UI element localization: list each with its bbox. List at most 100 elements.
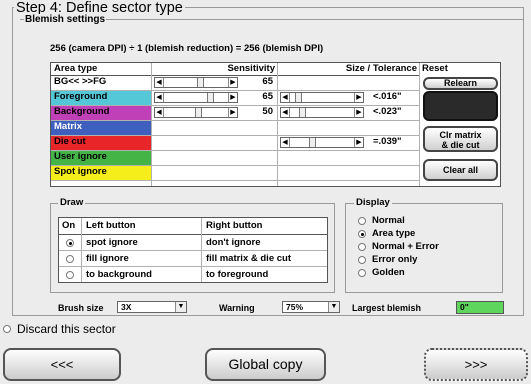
area-type-table: Area type Sensitivity Size / Tolerance R… — [50, 62, 501, 187]
arrow-left-icon[interactable]: ◀ — [281, 108, 290, 117]
reset-dark-button[interactable] — [423, 91, 498, 121]
header-on: On — [62, 220, 76, 231]
window: Step 4: Define sector type Blemish setti… — [0, 0, 531, 384]
sensitivity-value-foreground: 65 — [262, 91, 273, 102]
draw-title: Draw — [58, 197, 86, 208]
display-radio-normal-error[interactable] — [358, 243, 366, 251]
divider — [277, 63, 278, 186]
divider — [59, 234, 327, 235]
area-row-foreground[interactable]: Foreground — [51, 91, 151, 105]
arrow-right-icon[interactable]: ▶ — [354, 138, 363, 147]
discard-sector-label[interactable]: Discard this sector — [17, 322, 116, 336]
draw-right-fill-matrix: fill matrix & die cut — [206, 253, 291, 264]
size-slider-die-cut[interactable]: ◀ ▶ — [280, 137, 364, 148]
divider — [81, 218, 82, 282]
relearn-button[interactable]: Relearn — [423, 77, 498, 90]
draw-right-dont-ignore: don't ignore — [206, 237, 261, 248]
size-value-die-cut: =.039" — [373, 136, 402, 147]
chevron-down-icon[interactable]: ▼ — [175, 302, 186, 312]
dpi-formula: 256 (camera DPI) ÷ 1 (blemish reduction)… — [50, 43, 324, 54]
slider-thumb[interactable] — [295, 93, 302, 102]
chevron-down-icon[interactable]: ▼ — [328, 302, 339, 312]
previous-button[interactable]: <<< — [3, 348, 121, 381]
arrow-right-icon[interactable]: ▶ — [228, 93, 237, 102]
header-sensitivity: Sensitivity — [227, 63, 275, 74]
display-option-error-only[interactable]: Error only — [372, 254, 417, 265]
brush-size-value: 3X — [121, 302, 132, 312]
arrow-left-icon[interactable]: ◀ — [155, 78, 164, 87]
brush-size-label: Brush size — [58, 303, 104, 313]
largest-blemish-value: 0" — [456, 301, 504, 314]
divider — [201, 218, 202, 282]
next-button[interactable]: >>> — [424, 348, 528, 381]
warning-select[interactable]: 75% ▼ — [282, 301, 340, 313]
header-left-button: Left button — [86, 220, 136, 231]
display-title: Display — [354, 197, 392, 208]
display-radio-error-only[interactable] — [358, 256, 366, 264]
area-row-die-cut[interactable]: Die cut — [51, 136, 151, 150]
divider — [51, 105, 419, 106]
global-copy-button[interactable]: Global copy — [205, 348, 326, 381]
divider — [51, 75, 419, 76]
slider-thumb[interactable] — [309, 138, 316, 147]
area-row-spot-ignore[interactable]: Spot ignore — [51, 166, 151, 180]
area-row-background[interactable]: Background — [51, 106, 151, 120]
display-option-area-type[interactable]: Area type — [372, 228, 415, 239]
divider — [59, 266, 327, 267]
arrow-right-icon[interactable]: ▶ — [354, 93, 363, 102]
size-value-background: <.023" — [373, 106, 402, 117]
draw-radio-fill-ignore[interactable] — [66, 255, 74, 263]
draw-left-fill-ignore: fill ignore — [86, 253, 129, 264]
largest-blemish-label: Largest blemish — [352, 303, 422, 313]
arrow-left-icon[interactable]: ◀ — [155, 108, 164, 117]
arrow-left-icon[interactable]: ◀ — [281, 93, 290, 102]
discard-radio[interactable] — [3, 325, 11, 333]
header-area-type: Area type — [54, 63, 98, 74]
divider — [51, 180, 419, 181]
brush-size-select[interactable]: 3X ▼ — [117, 301, 187, 313]
size-slider-background[interactable]: ◀ ▶ — [280, 107, 364, 118]
divider — [151, 63, 152, 186]
display-radio-normal[interactable] — [358, 217, 366, 225]
clear-matrix-die-cut-button[interactable]: Clr matrix & die cut — [423, 126, 498, 152]
slider-thumb[interactable] — [207, 93, 214, 102]
sensitivity-slider-background[interactable]: ◀ ▶ — [154, 107, 238, 118]
area-row-user-ignore[interactable]: User ignore — [51, 151, 151, 165]
divider — [51, 120, 419, 121]
arrow-left-icon[interactable]: ◀ — [281, 138, 290, 147]
sensitivity-slider-bg-fg[interactable]: ◀ ▶ — [154, 77, 238, 88]
area-row-bg-fg[interactable]: BG<< >>FG — [51, 76, 151, 90]
arrow-right-icon[interactable]: ▶ — [354, 108, 363, 117]
draw-right-to-foreground: to foreground — [206, 269, 269, 280]
arrow-left-icon[interactable]: ◀ — [155, 93, 164, 102]
divider — [51, 90, 419, 91]
display-option-normal[interactable]: Normal — [372, 215, 405, 226]
arrow-right-icon[interactable]: ▶ — [228, 78, 237, 87]
size-slider-foreground[interactable]: ◀ ▶ — [280, 92, 364, 103]
slider-thumb[interactable] — [299, 108, 306, 117]
clear-all-button[interactable]: Clear all — [423, 159, 498, 181]
sensitivity-slider-foreground[interactable]: ◀ ▶ — [154, 92, 238, 103]
display-radio-golden[interactable] — [358, 269, 366, 277]
draw-left-spot-ignore: spot ignore — [86, 237, 138, 248]
divider — [51, 135, 419, 136]
draw-radio-to-background[interactable] — [66, 271, 74, 279]
display-option-normal-error[interactable]: Normal + Error — [372, 241, 439, 252]
display-radio-area-type[interactable] — [358, 230, 366, 238]
divider — [51, 165, 419, 166]
divider — [419, 63, 420, 186]
area-row-matrix[interactable]: Matrix — [51, 121, 151, 135]
arrow-right-icon[interactable]: ▶ — [228, 108, 237, 117]
slider-thumb[interactable] — [197, 78, 204, 87]
sensitivity-value-background: 50 — [262, 106, 273, 117]
display-option-golden[interactable]: Golden — [372, 267, 405, 278]
draw-left-to-background: to background — [86, 269, 152, 280]
divider — [51, 150, 419, 151]
draw-radio-spot-ignore[interactable] — [66, 239, 74, 247]
size-value-foreground: <.016" — [373, 91, 402, 102]
divider — [59, 250, 327, 251]
warning-value: 75% — [286, 302, 304, 312]
slider-thumb[interactable] — [195, 108, 202, 117]
header-right-button: Right button — [206, 220, 263, 231]
warning-label: Warning — [219, 303, 255, 313]
